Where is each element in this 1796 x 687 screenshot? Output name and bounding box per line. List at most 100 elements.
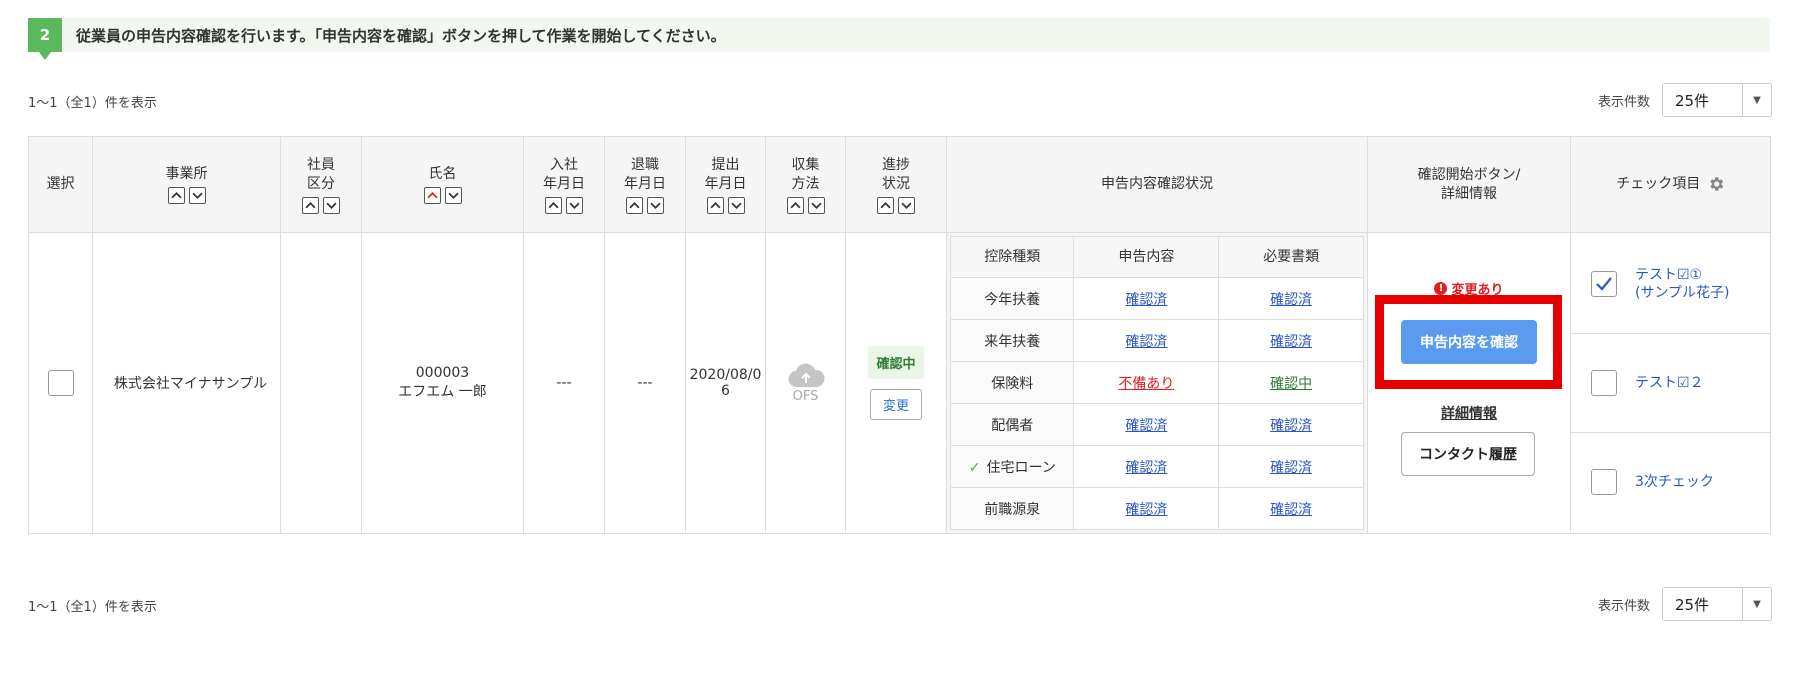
sort-desc-icon[interactable] — [807, 196, 825, 214]
sort-asc-icon-active[interactable] — [423, 187, 441, 204]
check-item-label-line2: (サンプル花子) — [1635, 285, 1730, 301]
sort-desc-icon[interactable] — [727, 196, 745, 214]
review-row: 前職源泉 確認済 確認済 — [949, 487, 1364, 530]
gear-icon[interactable] — [1707, 175, 1725, 193]
contact-history-button[interactable]: コンタクト履歴 — [1401, 432, 1535, 476]
leave-date-cell: --- — [604, 232, 686, 534]
employee-type-cell — [280, 232, 362, 534]
header-employee-type: 社員 区分 — [280, 136, 362, 233]
review-kind: 住宅ローン — [986, 459, 1056, 476]
per-page-value: 25件 — [1675, 91, 1710, 110]
review-content-link[interactable]: 確認済 — [1125, 502, 1167, 518]
check-item-label[interactable]: テスト☑２ — [1635, 374, 1704, 392]
sort-asc-icon[interactable] — [786, 196, 804, 214]
name-cell: 000003 エフエム 一郎 — [361, 232, 524, 534]
review-content-link[interactable]: 確認済 — [1125, 460, 1167, 476]
sort-desc-icon[interactable] — [323, 196, 340, 214]
header-review-status: 申告内容確認状況 — [946, 136, 1368, 233]
header-employee-type-line1: 社員 — [307, 156, 335, 173]
office-cell: 株式会社マイナサンプル — [92, 232, 281, 534]
review-docs-link[interactable]: 確認済 — [1270, 292, 1312, 308]
review-kind-cell: ✓ 住宅ローン — [949, 445, 1075, 488]
sort-desc-icon[interactable] — [444, 187, 462, 204]
header-progress-line1: 進捗 — [882, 156, 910, 173]
collect-method-cell: OFS — [765, 232, 846, 534]
review-docs-link[interactable]: 確認済 — [1270, 334, 1312, 350]
join-date-cell: --- — [523, 232, 605, 534]
check-item: 3次チェック — [1571, 433, 1770, 531]
check-item: テスト☑① (サンプル花子) — [1571, 235, 1770, 334]
review-row: ✓ 住宅ローン 確認済 確認済 — [949, 445, 1364, 488]
sort-asc-icon[interactable] — [706, 196, 724, 214]
review-row: 今年扶養 確認済 確認済 — [949, 277, 1364, 320]
review-header-kind: 控除種類 — [949, 236, 1075, 278]
change-button[interactable]: 変更 — [869, 389, 922, 420]
sort-asc-icon[interactable] — [626, 196, 643, 214]
result-count-bottom: 1〜1（全1）件を表示 — [28, 600, 157, 615]
collect-method-label: OFS — [792, 388, 819, 404]
header-select: 選択 — [28, 136, 93, 233]
sort-asc-icon[interactable] — [302, 196, 319, 214]
header-join-line1: 入社 — [550, 156, 578, 173]
per-page-bottom: 表示件数 25件 ▼ — [1598, 587, 1772, 621]
header-submit-line2: 年月日 — [704, 175, 747, 192]
chevron-down-icon: ▼ — [1742, 84, 1771, 116]
review-docs-link[interactable]: 確認済 — [1270, 502, 1312, 518]
detail-info-link[interactable]: 詳細情報 — [1368, 403, 1570, 423]
sort-desc-icon[interactable] — [647, 196, 664, 214]
review-header-docs: 必要書類 — [1218, 236, 1364, 278]
per-page-select[interactable]: 25件 ▼ — [1662, 83, 1772, 117]
sort-desc-icon[interactable] — [566, 196, 583, 214]
employee-name: エフエム 一郎 — [398, 384, 487, 400]
check-items-cell: テスト☑① (サンプル花子) テスト☑２ 3次チェック — [1570, 232, 1771, 534]
alert-icon: ! — [1434, 282, 1448, 295]
sort-desc-icon[interactable] — [898, 196, 915, 214]
review-row: 配偶者 確認済 確認済 — [949, 403, 1364, 446]
header-name-label: 氏名 — [428, 166, 457, 182]
progress-cell: 確認中 変更 — [845, 232, 947, 534]
sort-desc-icon[interactable] — [188, 187, 206, 204]
per-page-top: 表示件数 25件 ▼ — [1598, 83, 1772, 117]
check-item-checkbox[interactable] — [1591, 271, 1617, 297]
header-office-label: 事業所 — [165, 166, 208, 182]
review-content-link[interactable]: 確認済 — [1125, 292, 1167, 308]
review-status-table: 控除種類 申告内容 必要書類 今年扶養 確認済 確認済 来年扶養 確認済 確認済… — [949, 236, 1364, 530]
sort-asc-icon[interactable] — [545, 196, 562, 214]
review-docs-link[interactable]: 確認済 — [1270, 460, 1312, 476]
confirm-review-button[interactable]: 申告内容を確認 — [1401, 320, 1537, 364]
header-collect-line2: 方法 — [791, 175, 820, 192]
table-row: 株式会社マイナサンプル 000003 エフエム 一郎 --- --- 2020/… — [28, 232, 1771, 534]
per-page-label: 表示件数 — [1597, 598, 1650, 614]
review-row: 来年扶養 確認済 確認済 — [949, 319, 1364, 362]
review-content-link[interactable]: 不備あり — [1118, 376, 1174, 392]
review-content-link[interactable]: 確認済 — [1125, 334, 1167, 350]
per-page-select[interactable]: 25件 ▼ — [1662, 587, 1772, 621]
check-item-checkbox[interactable] — [1591, 370, 1617, 396]
submit-date-line2: 6 — [721, 383, 730, 399]
sort-asc-icon[interactable] — [167, 187, 185, 204]
header-progress-line2: 状況 — [882, 175, 910, 192]
check-item: テスト☑２ — [1571, 334, 1770, 433]
status-badge: 確認中 — [868, 346, 924, 379]
chevron-down-icon: ▼ — [1742, 588, 1771, 620]
header-office: 事業所 — [92, 136, 281, 233]
header-progress: 進捗 状況 — [845, 136, 947, 233]
row-select-checkbox[interactable] — [47, 370, 74, 396]
review-content-link[interactable]: 確認済 — [1125, 418, 1167, 434]
employee-id: 000003 — [415, 365, 470, 381]
select-cell — [28, 232, 93, 534]
step-banner: 2 従業員の申告内容確認を行います。「申告内容を確認」ボタンを押して作業を開始し… — [28, 18, 1770, 60]
submit-date-line1: 2020/08/0 — [689, 367, 762, 383]
header-name: 氏名 — [361, 136, 524, 233]
check-item-label[interactable]: 3次チェック — [1635, 473, 1714, 491]
review-docs-link[interactable]: 確認済 — [1270, 418, 1312, 434]
review-docs-link[interactable]: 確認中 — [1270, 376, 1312, 392]
check-item-label[interactable]: テスト☑① (サンプル花子) — [1635, 266, 1730, 302]
sort-asc-icon[interactable] — [877, 196, 894, 214]
review-kind: 配偶者 — [949, 403, 1075, 446]
step-instruction: 従業員の申告内容確認を行います。「申告内容を確認」ボタンを押して作業を開始してく… — [76, 26, 726, 45]
step-number-badge: 2 — [28, 18, 62, 60]
header-employee-type-line2: 区分 — [307, 175, 335, 192]
check-item-checkbox[interactable] — [1591, 469, 1617, 495]
header-check-items: チェック項目 — [1570, 136, 1771, 233]
